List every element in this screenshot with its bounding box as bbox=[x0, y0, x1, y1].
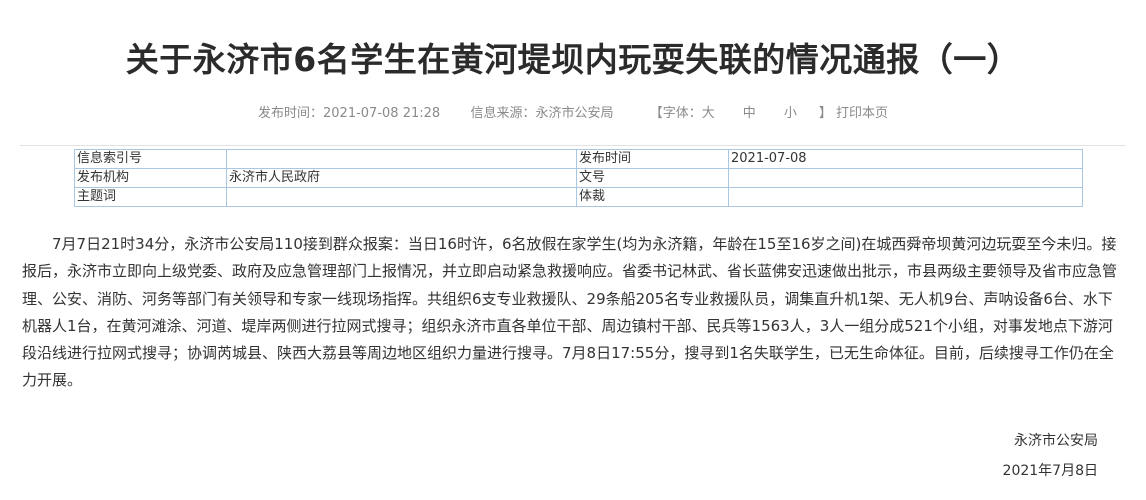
table-row: 发布机构 永济市人民政府 文号 bbox=[74, 168, 1083, 188]
header-divider bbox=[20, 145, 1126, 146]
publish-time-value: 2021-07-08 21:28 bbox=[323, 106, 441, 121]
signature-org: 永济市公安局 bbox=[1014, 433, 1098, 449]
font-size-small-link[interactable]: 小 bbox=[784, 104, 797, 124]
publish-date-value: 2021-07-08 bbox=[728, 149, 1083, 169]
index-number-label: 信息索引号 bbox=[74, 149, 227, 169]
font-size-medium-link[interactable]: 中 bbox=[743, 104, 756, 124]
table-row: 主题词 体裁 bbox=[74, 187, 1083, 207]
article-body: 7月7日21时34分，永济市公安局110接到群众报案：当日16时许，6名放假在家… bbox=[22, 235, 1118, 390]
source-label: 信息来源： bbox=[470, 106, 536, 121]
document-number-label: 文号 bbox=[576, 168, 729, 188]
genre-label: 体裁 bbox=[576, 187, 729, 207]
publisher-value: 永济市人民政府 bbox=[226, 168, 577, 188]
publish-date-label: 发布时间 bbox=[576, 149, 729, 169]
print-page-link[interactable]: 打印本页 bbox=[836, 104, 888, 124]
signature-block: 永济市公安局 2021年7月8日 bbox=[1003, 426, 1098, 486]
publish-time-label: 发布时间： bbox=[258, 106, 324, 121]
keywords-value bbox=[226, 187, 577, 207]
genre-value bbox=[728, 187, 1083, 207]
meta-bar: 发布时间：2021-07-08 21:28 信息来源：永济市公安局 【字体：大 中… bbox=[0, 104, 1146, 124]
font-size-close: 】 bbox=[818, 106, 832, 121]
document-number-value bbox=[728, 168, 1083, 188]
table-row: 信息索引号 发布时间 2021-07-08 bbox=[74, 149, 1083, 169]
font-size-large-link[interactable]: 大 bbox=[702, 104, 715, 124]
page-title: 关于永济市6名学生在黄河堤坝内玩耍失联的情况通报（一） bbox=[125, 40, 1021, 79]
index-number-value bbox=[226, 149, 577, 169]
source-value: 永济市公安局 bbox=[535, 106, 614, 121]
font-size-open: 【字体： bbox=[649, 106, 702, 121]
publisher-label: 发布机构 bbox=[74, 168, 227, 188]
info-table: 信息索引号 发布时间 2021-07-08 发布机构 永济市人民政府 文号 主题… bbox=[74, 149, 1083, 207]
signature-date: 2021年7月8日 bbox=[1002, 463, 1098, 479]
keywords-label: 主题词 bbox=[74, 187, 227, 207]
